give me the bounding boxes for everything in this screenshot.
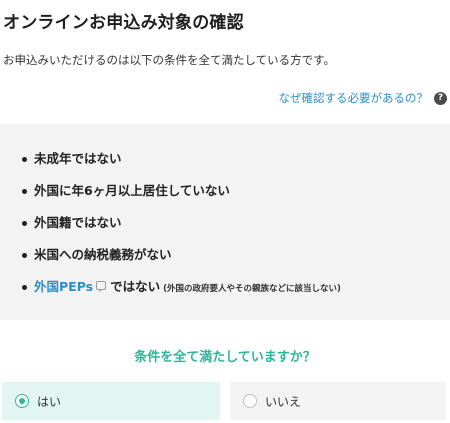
page-title: オンラインお申込み対象の確認	[3, 13, 244, 33]
peps-term-link[interactable]: 外国PEPs	[34, 279, 93, 294]
why-confirm-link[interactable]: なぜ確認する必要があるの？ ?	[279, 90, 447, 106]
option-no[interactable]: いいえ	[230, 382, 446, 420]
condition-item: 外国に年6ヶ月以上居住していない	[22, 183, 450, 215]
bullet-icon	[22, 285, 27, 290]
condition-label: 外国籍ではない	[34, 215, 122, 230]
conditions-panel: 未成年ではない 外国に年6ヶ月以上居住していない 外国籍ではない 米国への納税義…	[0, 124, 450, 320]
condition-label: 米国への納税義務がない	[34, 247, 172, 262]
bullet-icon	[22, 253, 27, 258]
why-confirm-link-label[interactable]: なぜ確認する必要があるの？	[279, 90, 429, 106]
option-no-label[interactable]: いいえ	[265, 393, 301, 410]
eligibility-page: オンラインお申込み対象の確認 お申込みいただけるのは以下の条件を全て満たしている…	[0, 0, 450, 423]
radio-no[interactable]	[243, 394, 257, 408]
question-mark-icon[interactable]: ?	[434, 91, 447, 105]
bullet-icon	[22, 157, 27, 162]
condition-label: 外国に年6ヶ月以上居住していない	[34, 183, 230, 198]
intro-text: お申込みいただけるのは以下の条件を全て満たしている方です。	[3, 53, 336, 67]
condition-item: 外国籍ではない	[22, 215, 450, 247]
bullet-icon	[22, 221, 27, 226]
answer-options: はい いいえ	[0, 382, 450, 420]
condition-item-peps: 外国PEPs ではない (外国の政府要人やその親族などに該当しない)	[22, 279, 450, 311]
peps-note: (外国の政府要人やその親族などに該当しない)	[163, 284, 341, 294]
conditions-list: 未成年ではない 外国に年6ヶ月以上居住していない 外国籍ではない 米国への納税義…	[22, 151, 450, 311]
condition-label: 未成年ではない	[34, 151, 122, 166]
peps-suffix: ではない	[110, 279, 161, 294]
bullet-icon	[22, 189, 27, 194]
condition-item: 米国への納税義務がない	[22, 247, 450, 279]
speech-bubble-icon[interactable]	[96, 281, 107, 292]
radio-yes[interactable]	[15, 394, 29, 408]
condition-item: 未成年ではない	[22, 151, 450, 183]
option-yes[interactable]: はい	[2, 382, 220, 420]
eligibility-question: 条件を全て満たしていますか？	[134, 350, 316, 365]
option-yes-label[interactable]: はい	[37, 393, 61, 410]
